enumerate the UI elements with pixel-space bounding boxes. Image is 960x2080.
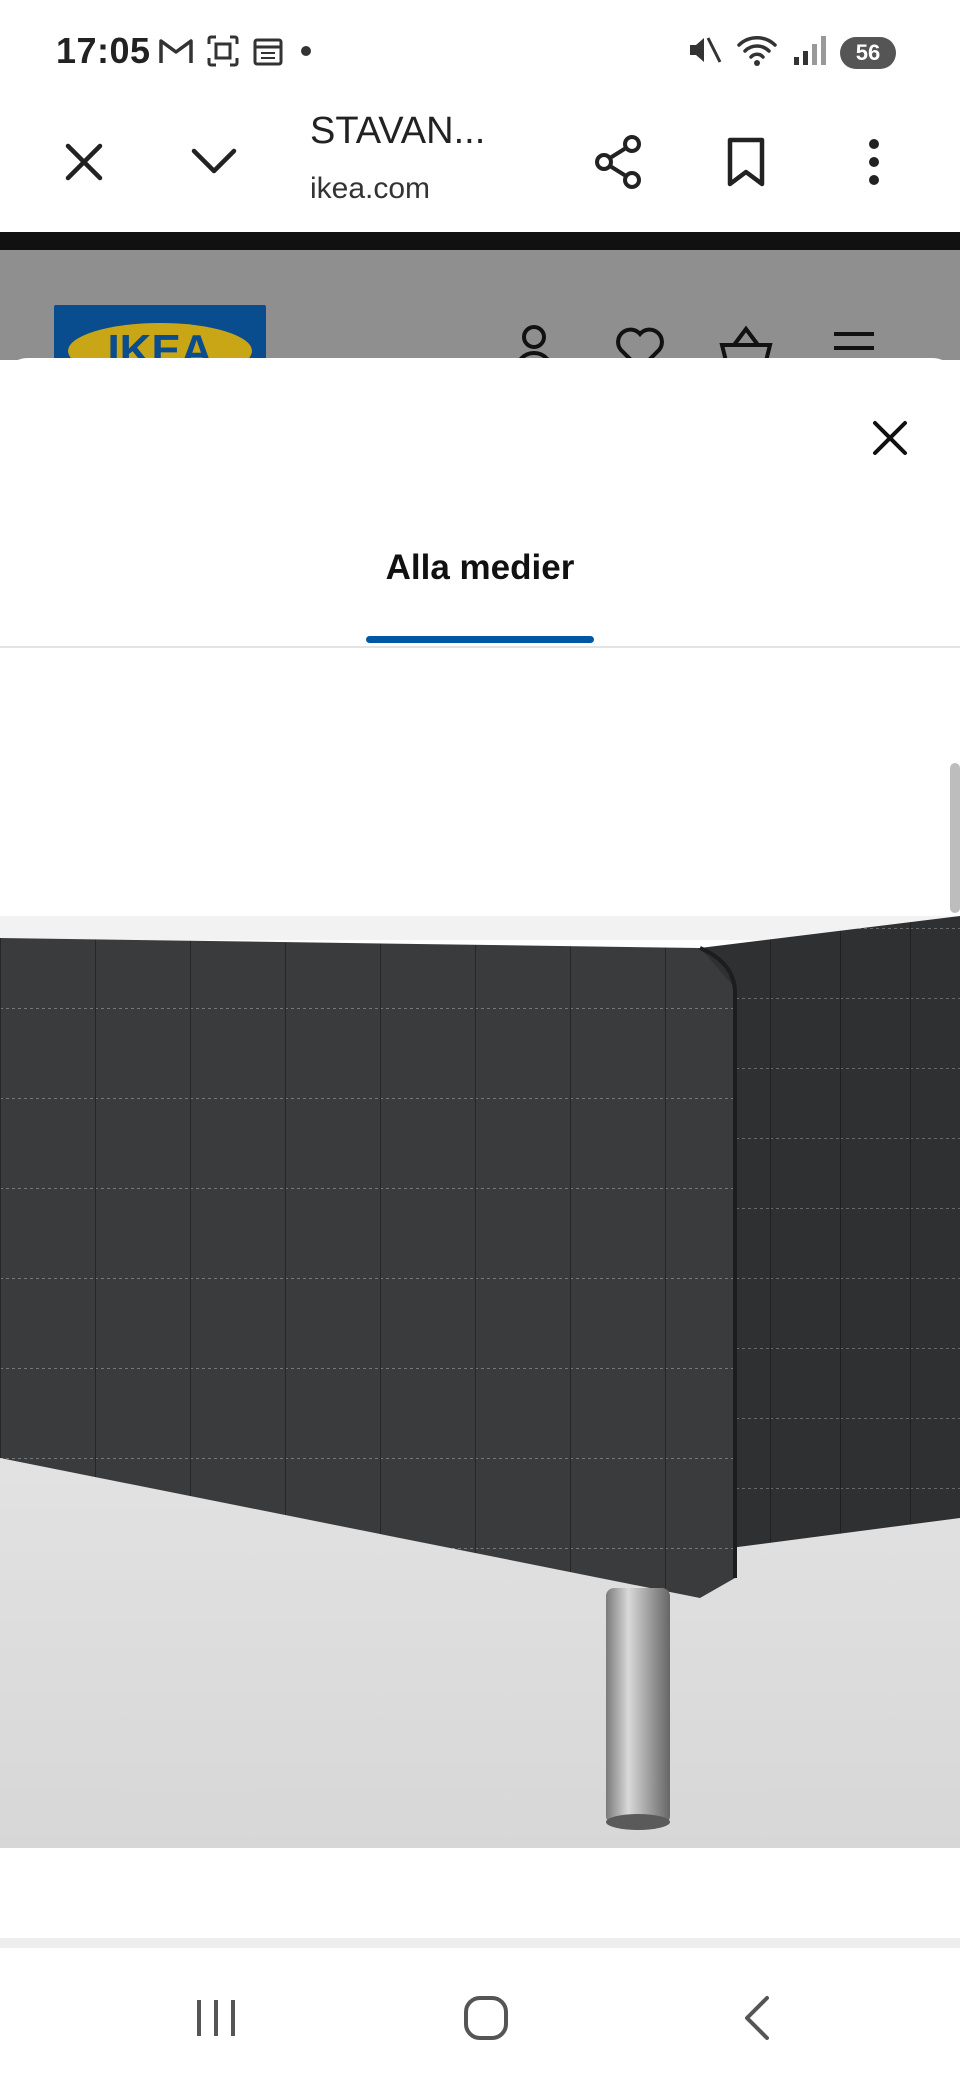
ikea-logo-text: IKEA: [68, 323, 252, 360]
media-gallery[interactable]: [0, 648, 960, 1880]
signal-icon: [792, 33, 826, 72]
bookmark-icon: [726, 136, 766, 193]
page-top-bar: [0, 232, 960, 250]
page-title[interactable]: STAVAN...: [310, 110, 485, 153]
close-icon: [64, 142, 104, 187]
more-options-button[interactable]: [842, 132, 906, 196]
status-time: 17:05: [56, 30, 151, 71]
basket-icon: [718, 320, 774, 360]
back-icon: [739, 1994, 773, 2047]
screenshot-icon: [206, 34, 240, 73]
close-tab-button[interactable]: [52, 132, 116, 196]
chevron-down-icon: [190, 147, 238, 182]
share-icon: [592, 134, 644, 195]
tab-active-indicator: [366, 636, 594, 643]
recents-button[interactable]: [176, 1980, 256, 2060]
ikea-logo: IKEA: [54, 305, 266, 360]
bed-frame-photo: [0, 648, 960, 1880]
modal-close-button[interactable]: [860, 410, 920, 470]
status-right-icons: 56: [686, 32, 896, 73]
scrollbar[interactable]: [950, 763, 960, 913]
minimize-button[interactable]: [182, 132, 246, 196]
calendar-icon: [252, 35, 284, 72]
dot-icon: [296, 41, 316, 66]
status-bar: 17:05 56: [0, 0, 960, 100]
mute-icon: [686, 32, 722, 73]
more-vert-icon: [866, 138, 882, 191]
media-modal: Alla medier: [0, 358, 960, 2080]
home-icon: [462, 1994, 510, 2047]
recents-icon: [193, 1996, 239, 2045]
bookmark-button[interactable]: [714, 132, 778, 196]
heart-icon: [612, 320, 668, 360]
person-icon: [506, 320, 562, 360]
back-button[interactable]: [716, 1980, 796, 2060]
battery-indicator: 56: [840, 36, 896, 69]
menu-icon: [826, 320, 882, 360]
close-icon: [872, 420, 908, 461]
share-button[interactable]: [586, 132, 650, 196]
system-nav-bar: [0, 1948, 960, 2080]
home-button[interactable]: [446, 1980, 526, 2060]
tab-all-media-label: Alla medier: [385, 548, 575, 587]
gmail-icon: [158, 36, 194, 71]
tab-all-media[interactable]: Alla medier: [0, 548, 960, 588]
page-url[interactable]: ikea.com: [310, 172, 430, 206]
status-left-icons: [158, 34, 316, 73]
page-behind-overlay: IKEA: [0, 250, 960, 360]
wifi-icon: [736, 32, 778, 73]
